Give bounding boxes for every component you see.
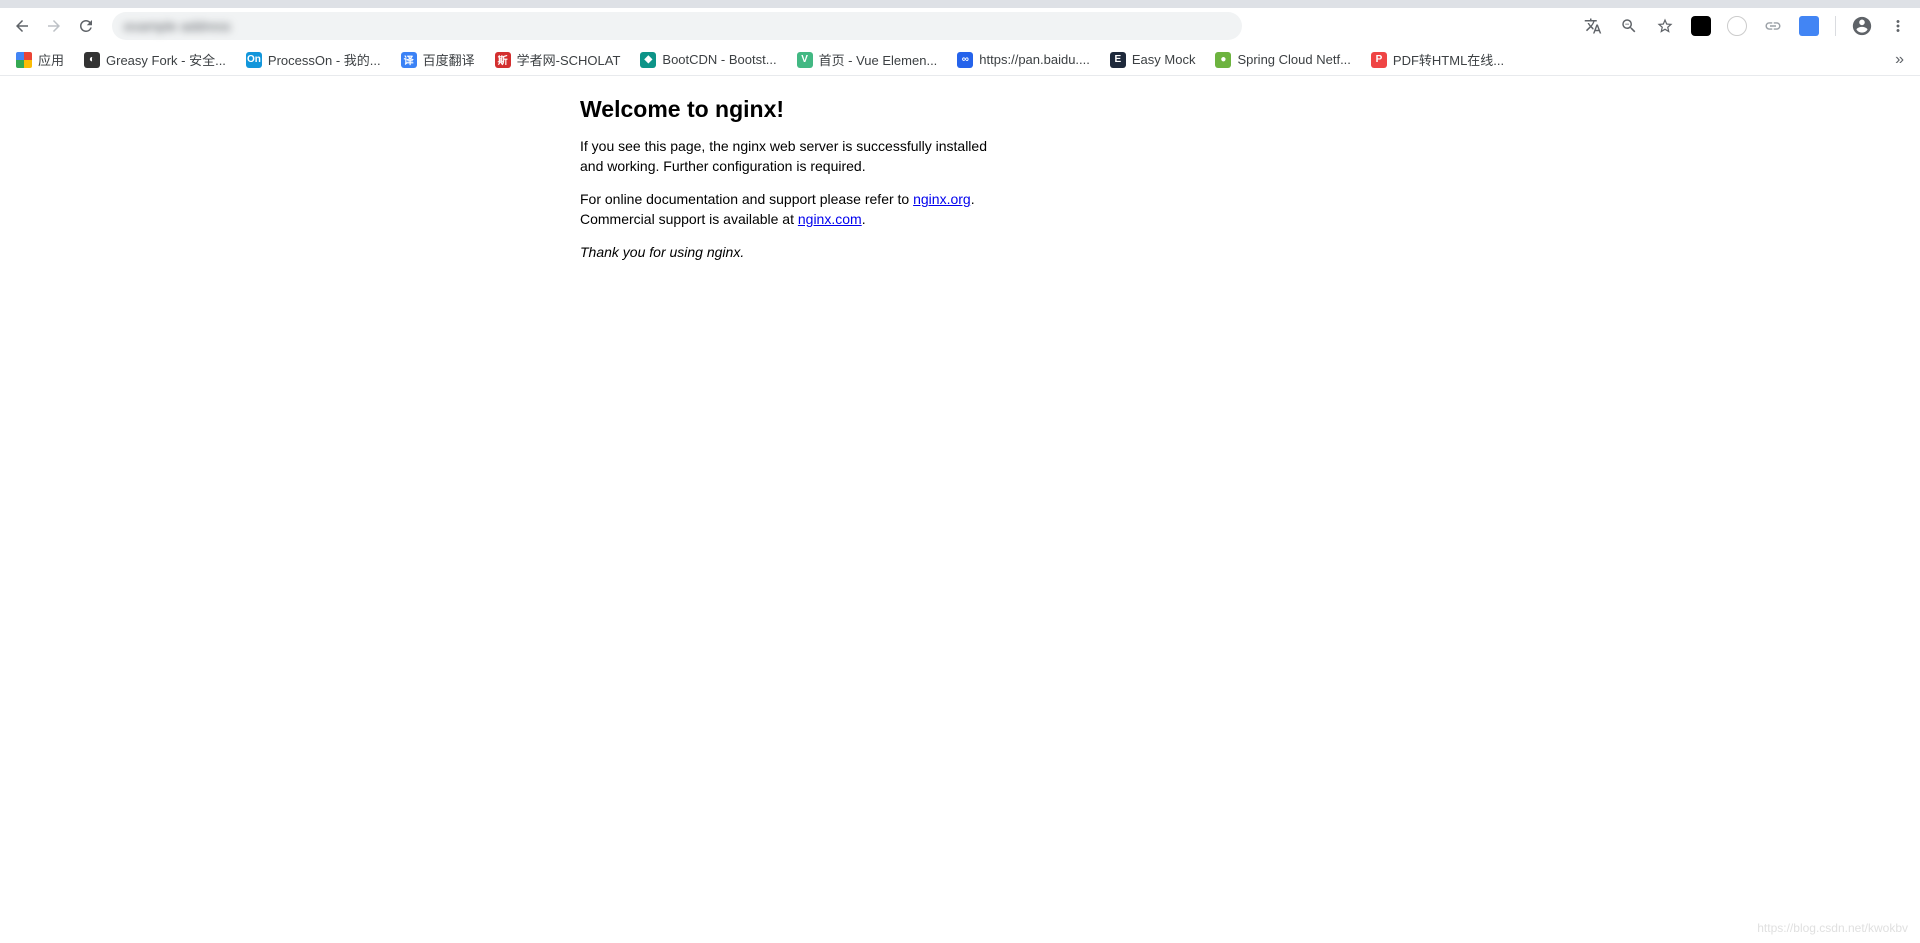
intro-paragraph: If you see this page, the nginx web serv… [580, 137, 1000, 176]
bookmark-label: https://pan.baidu.... [979, 52, 1090, 67]
bookmark-star-icon[interactable] [1651, 12, 1679, 40]
bookmark-item-0[interactable]: ◐ Greasy Fork - 安全... [76, 46, 234, 73]
reload-button[interactable] [72, 12, 100, 40]
bookmark-item-4[interactable]: ◆ BootCDN - Bootst... [632, 46, 784, 73]
bookmark-item-7[interactable]: E Easy Mock [1102, 46, 1204, 73]
bookmark-item-9[interactable]: P PDF转HTML在线... [1363, 46, 1512, 73]
bookmark-favicon: ● [1215, 52, 1231, 68]
profile-icon[interactable] [1848, 12, 1876, 40]
forward-button[interactable] [40, 12, 68, 40]
bookmark-favicon: On [246, 52, 262, 68]
bookmark-label: PDF转HTML在线... [1393, 50, 1504, 69]
bookmark-label: ProcessOn - 我的... [268, 50, 381, 69]
bookmark-label: Greasy Fork - 安全... [106, 50, 226, 69]
bookmark-favicon: P [1371, 52, 1387, 68]
bookmark-item-5[interactable]: V 首页 - Vue Elemen... [789, 46, 946, 73]
bookmark-label: 学者网-SCHOLAT [517, 50, 621, 69]
address-text: example address [124, 18, 231, 34]
bookmark-favicon: E [1110, 52, 1126, 68]
bookmark-label: Easy Mock [1132, 52, 1196, 67]
zoom-icon[interactable] [1615, 12, 1643, 40]
browser-chrome: example address [0, 0, 1920, 76]
bookmark-favicon: ◐ [84, 52, 100, 68]
extension-1-icon[interactable] [1687, 12, 1715, 40]
watermark: https://blog.csdn.net/kwokbv [1757, 921, 1908, 935]
bookmark-item-6[interactable]: ∞ https://pan.baidu.... [949, 46, 1098, 73]
bookmark-favicon: V [797, 52, 813, 68]
bookmark-item-8[interactable]: ● Spring Cloud Netf... [1207, 46, 1358, 73]
nginx-org-link[interactable]: nginx.org [913, 191, 971, 207]
page-content: Welcome to nginx! If you see this page, … [560, 76, 1360, 297]
bookmark-label: Spring Cloud Netf... [1237, 52, 1350, 67]
bookmark-favicon: ∞ [957, 52, 973, 68]
apps-bookmark[interactable]: 应用 [8, 46, 72, 73]
arrow-left-icon [13, 17, 31, 35]
translate-icon[interactable] [1579, 12, 1607, 40]
reload-icon [77, 17, 95, 35]
address-bar[interactable]: example address [112, 12, 1242, 40]
bookmark-favicon: 斯 [495, 52, 511, 68]
extension-3-icon[interactable] [1759, 12, 1787, 40]
bookmark-item-2[interactable]: 译百度翻译 [393, 46, 483, 73]
bookmark-item-1[interactable]: On ProcessOn - 我的... [238, 46, 389, 73]
nginx-com-link[interactable]: nginx.com [798, 211, 862, 227]
toolbar-actions [1579, 12, 1912, 40]
page-heading: Welcome to nginx! [580, 96, 1340, 123]
extension-4-icon[interactable] [1795, 12, 1823, 40]
apps-label: 应用 [38, 50, 64, 69]
bookmark-label: 百度翻译 [423, 50, 475, 69]
apps-grid-icon [16, 52, 32, 68]
bookmarks-overflow[interactable]: » [1887, 47, 1912, 73]
extension-2-icon[interactable] [1723, 12, 1751, 40]
toolbar-separator [1835, 16, 1836, 36]
bookmark-item-3[interactable]: 斯学者网-SCHOLAT [487, 46, 629, 73]
back-button[interactable] [8, 12, 36, 40]
links-paragraph: For online documentation and support ple… [580, 190, 1000, 229]
browser-toolbar: example address [0, 8, 1920, 44]
tab-strip [0, 0, 1920, 8]
bookmark-favicon: ◆ [640, 52, 656, 68]
thanks-paragraph: Thank you for using nginx. [580, 243, 1000, 263]
menu-icon[interactable] [1884, 12, 1912, 40]
bookmarks-bar: 应用 ◐ Greasy Fork - 安全... On ProcessOn - 我的.… [0, 44, 1920, 76]
bookmark-label: BootCDN - Bootst... [662, 52, 776, 67]
bookmark-favicon: 译 [401, 52, 417, 68]
bookmark-label: 首页 - Vue Elemen... [819, 50, 938, 69]
arrow-right-icon [45, 17, 63, 35]
